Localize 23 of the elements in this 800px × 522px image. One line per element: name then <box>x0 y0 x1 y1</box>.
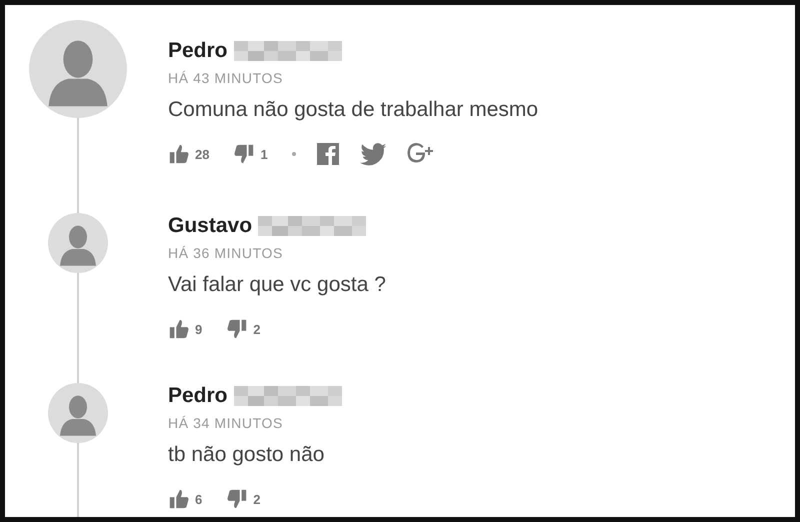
thumbs-up-icon <box>168 318 190 340</box>
like-button[interactable]: 9 <box>168 318 202 340</box>
timestamp: HÁ 36 MINUTOS <box>168 245 284 261</box>
timestamp: HÁ 43 MINUTOS <box>168 70 284 86</box>
dislike-button[interactable]: 1 <box>233 143 268 165</box>
thumbs-up-icon <box>168 488 190 510</box>
facebook-icon[interactable] <box>316 142 340 166</box>
thumbs-down-icon <box>226 318 248 340</box>
thumbs-up-icon <box>168 143 190 165</box>
dislike-button[interactable]: 2 <box>226 488 260 510</box>
thumbs-down-icon <box>226 488 248 510</box>
thumbs-down-icon <box>233 143 256 165</box>
separator-dot <box>292 152 296 156</box>
author-name[interactable]: Pedro <box>168 384 228 408</box>
like-button[interactable]: 6 <box>168 488 202 510</box>
comment-text: Vai falar que vc gosta ? <box>168 273 386 297</box>
author-name[interactable]: Pedro <box>168 39 228 63</box>
comment-text: tb não gosto não <box>168 443 326 467</box>
dislike-button[interactable]: 2 <box>226 318 260 340</box>
timestamp: HÁ 34 MINUTOS <box>168 415 284 431</box>
like-button[interactable]: 28 <box>168 143 210 165</box>
author-name[interactable]: Gustavo <box>168 214 252 238</box>
comment-text: Comuna não gosta de trabalhar mesmo <box>168 98 538 122</box>
